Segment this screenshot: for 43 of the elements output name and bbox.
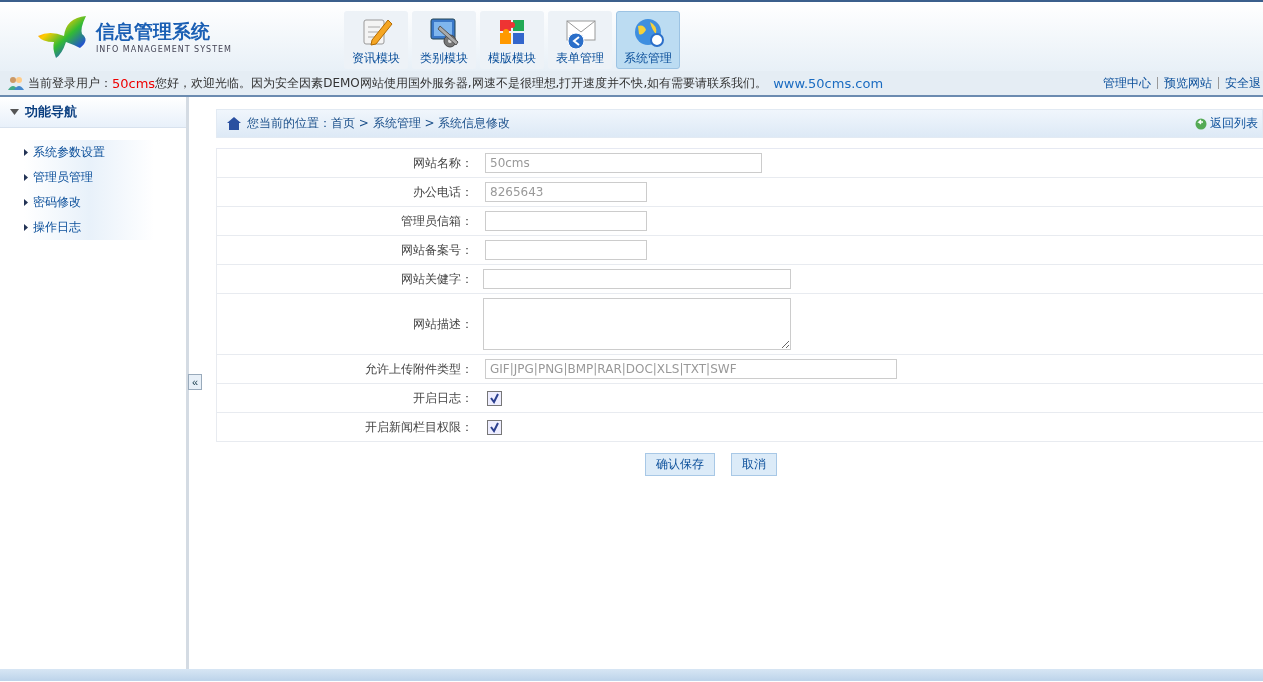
bullet-icon: [24, 149, 28, 156]
logo-subtitle: INFO MANAGEMENT SYSTEM: [96, 45, 232, 54]
module-tab[interactable]: 模版模块: [480, 11, 544, 69]
bullet-icon: [24, 199, 28, 206]
field-label: 网站描述：: [412, 315, 474, 333]
field-label: 管理员信箱：: [400, 212, 474, 230]
header-link[interactable]: 预览网站: [1164, 74, 1212, 92]
site-link[interactable]: www.50cms.com: [773, 75, 884, 91]
module-tab[interactable]: 系统管理: [616, 11, 680, 69]
text-area[interactable]: [483, 298, 791, 350]
module-tab[interactable]: 资讯模块: [344, 11, 408, 69]
field-label: 网站名称：: [412, 154, 474, 172]
field-label: 网站关健字：: [400, 270, 474, 288]
collapse-button[interactable]: «: [188, 374, 202, 390]
logo-title: 信息管理系统: [96, 19, 211, 44]
return-icon: [1195, 117, 1207, 130]
input-field[interactable]: [485, 211, 647, 231]
caret-icon: [10, 109, 19, 115]
sidebar-title: 功能导航: [25, 103, 77, 121]
field-label: 开启新闻栏目权限：: [364, 418, 474, 436]
module-tab[interactable]: 表单管理: [548, 11, 612, 69]
module-tab[interactable]: 类别模块: [412, 11, 476, 69]
breadcrumb: 您当前的位置：首页 > 系统管理 > 系统信息修改: [247, 115, 511, 132]
field-label: 允许上传附件类型：: [364, 360, 474, 378]
header-link[interactable]: 安全退: [1225, 74, 1261, 92]
bullet-icon: [24, 174, 28, 181]
checkbox[interactable]: [487, 390, 502, 406]
field-label: 开启日志：: [412, 389, 474, 407]
input-field[interactable]: [483, 269, 791, 289]
username: 50cms: [112, 75, 156, 91]
form-button[interactable]: 取消: [731, 453, 777, 476]
login-label: 当前登录用户：: [28, 74, 112, 92]
field-label: 网站备案号：: [400, 241, 474, 259]
back-link[interactable]: 返回列表: [1195, 115, 1258, 132]
checkbox[interactable]: [487, 419, 502, 435]
header-link[interactable]: 管理中心: [1103, 74, 1151, 92]
notice-text: 您好，欢迎光临。因为安全因素DEMO网站使用国外服务器,网速不是很理想,打开速度并不快,如有需要请联系我们。: [155, 74, 768, 92]
bullet-icon: [24, 224, 28, 231]
home-icon: [227, 117, 241, 130]
form-button[interactable]: 确认保存: [645, 453, 715, 476]
field-label: 办公电话：: [412, 183, 474, 201]
input-field[interactable]: [485, 240, 647, 260]
users-icon: [8, 75, 25, 91]
